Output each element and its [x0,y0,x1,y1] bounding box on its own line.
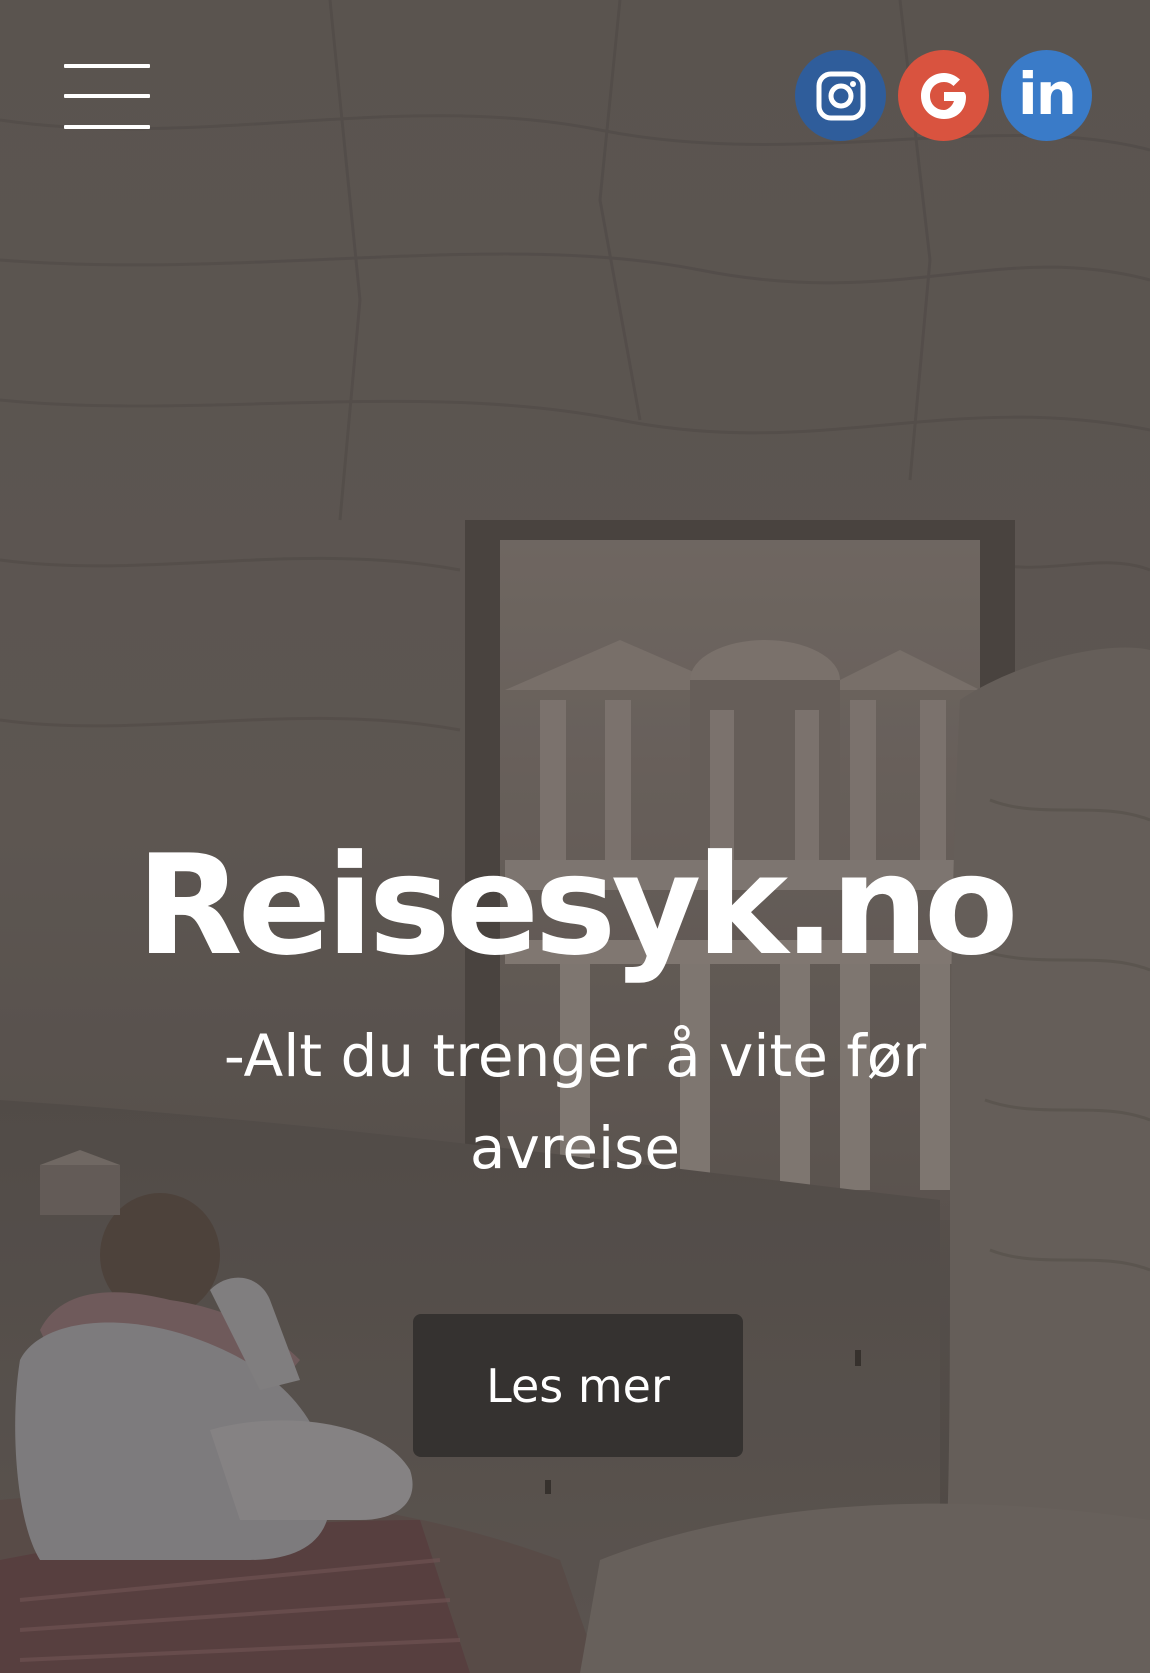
site-tagline: -Alt du trenger å vite før avreise [223,1021,927,1182]
page: in Reisesyk.no -Alt du trenger å vite fø… [0,0,1150,1673]
linkedin-icon[interactable]: in [1001,50,1092,141]
hamburger-menu-icon[interactable] [64,64,150,134]
site-title: Reisesyk.no [136,825,1018,986]
read-more-button[interactable]: Les mer [413,1314,743,1457]
instagram-glyph [816,71,865,120]
menu-line [64,64,150,68]
instagram-icon[interactable] [795,50,886,141]
linkedin-label: in [1017,59,1077,128]
menu-line [64,94,150,98]
menu-line [64,125,150,129]
hero-section: Reisesyk.no -Alt du trenger å vite før a… [0,830,1150,1194]
social-links: in [795,50,1092,141]
google-glyph [920,72,966,119]
google-icon[interactable] [898,50,989,141]
